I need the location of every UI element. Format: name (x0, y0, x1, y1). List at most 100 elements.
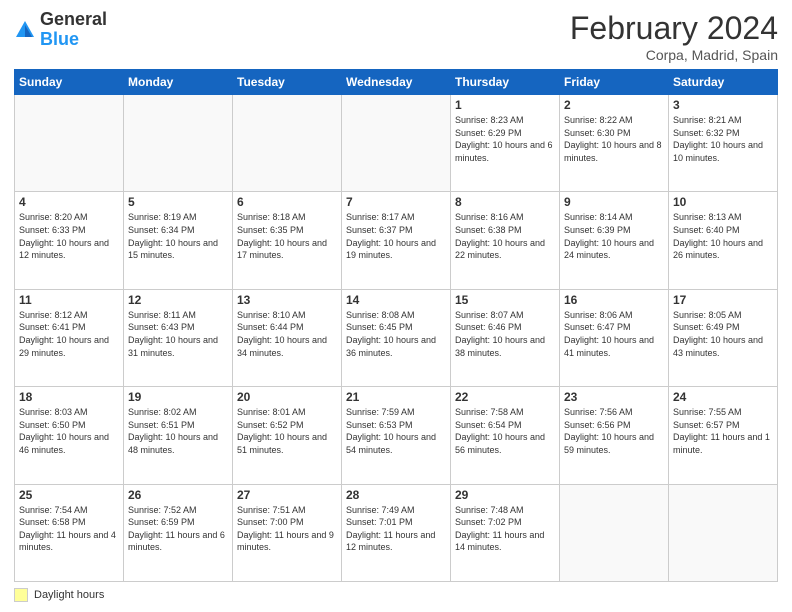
title-block: February 2024 Corpa, Madrid, Spain (570, 10, 778, 63)
day-cell (233, 95, 342, 192)
day-number: 14 (346, 293, 446, 307)
col-header-saturday: Saturday (669, 70, 778, 95)
day-number: 7 (346, 195, 446, 209)
day-info: Sunrise: 7:54 AM Sunset: 6:58 PM Dayligh… (19, 504, 119, 554)
day-cell: 5 Sunrise: 8:19 AM Sunset: 6:34 PM Daylig… (124, 192, 233, 289)
day-cell: 10Sunrise: 8:13 AM Sunset: 6:40 PM Dayli… (669, 192, 778, 289)
day-cell: 1 Sunrise: 8:23 AM Sunset: 6:29 PM Daylig… (451, 95, 560, 192)
day-number: 11 (19, 293, 119, 307)
day-number: 13 (237, 293, 337, 307)
day-cell: 12 Sunrise: 8:11 AM Sunset: 6:43 PM Dayli… (124, 289, 233, 386)
day-cell (342, 95, 451, 192)
day-info: Sunrise: 8:01 AM Sunset: 6:52 PM Dayligh… (237, 406, 337, 456)
legend: Daylight hours (14, 588, 778, 602)
week-row-4: 25 Sunrise: 7:54 AM Sunset: 6:58 PM Dayli… (15, 484, 778, 581)
day-cell: 19 Sunrise: 8:02 AM Sunset: 6:51 PM Dayli… (124, 387, 233, 484)
day-info: Sunrise: 8:02 AM Sunset: 6:51 PM Dayligh… (128, 406, 228, 456)
page: General Blue February 2024 Corpa, Madrid… (0, 0, 792, 612)
day-number: 10 (673, 195, 773, 209)
logo-text: General Blue (40, 10, 107, 50)
day-cell (669, 484, 778, 581)
day-cell: 26 Sunrise: 7:52 AM Sunset: 6:59 PM Dayli… (124, 484, 233, 581)
day-info: Sunrise: 7:51 AM Sunset: 7:00 PM Dayligh… (237, 504, 337, 554)
day-info: Sunrise: 8:21 AM Sunset: 6:32 PM Dayligh… (673, 114, 773, 164)
calendar-body: 1 Sunrise: 8:23 AM Sunset: 6:29 PM Daylig… (15, 95, 778, 582)
day-cell: 27 Sunrise: 7:51 AM Sunset: 7:00 PM Dayli… (233, 484, 342, 581)
day-info: Sunrise: 8:16 AM Sunset: 6:38 PM Dayligh… (455, 211, 555, 261)
day-info: Sunrise: 7:52 AM Sunset: 6:59 PM Dayligh… (128, 504, 228, 554)
day-info: Sunrise: 7:58 AM Sunset: 6:54 PM Dayligh… (455, 406, 555, 456)
day-info: Sunrise: 8:19 AM Sunset: 6:34 PM Dayligh… (128, 211, 228, 261)
day-number: 28 (346, 488, 446, 502)
day-info: Sunrise: 8:23 AM Sunset: 6:29 PM Dayligh… (455, 114, 555, 164)
calendar-table: SundayMondayTuesdayWednesdayThursdayFrid… (14, 69, 778, 582)
day-cell: 11Sunrise: 8:12 AM Sunset: 6:41 PM Dayli… (15, 289, 124, 386)
month-title: February 2024 (570, 10, 778, 47)
day-info: Sunrise: 7:48 AM Sunset: 7:02 PM Dayligh… (455, 504, 555, 554)
day-number: 20 (237, 390, 337, 404)
day-cell: 3Sunrise: 8:21 AM Sunset: 6:32 PM Daylig… (669, 95, 778, 192)
day-number: 15 (455, 293, 555, 307)
col-header-tuesday: Tuesday (233, 70, 342, 95)
day-number: 24 (673, 390, 773, 404)
day-cell: 2 Sunrise: 8:22 AM Sunset: 6:30 PM Daylig… (560, 95, 669, 192)
legend-label: Daylight hours (34, 589, 104, 601)
day-cell: 4Sunrise: 8:20 AM Sunset: 6:33 PM Daylig… (15, 192, 124, 289)
day-info: Sunrise: 7:55 AM Sunset: 6:57 PM Dayligh… (673, 406, 773, 456)
day-cell: 18Sunrise: 8:03 AM Sunset: 6:50 PM Dayli… (15, 387, 124, 484)
day-number: 1 (455, 98, 555, 112)
day-cell (124, 95, 233, 192)
week-row-3: 18Sunrise: 8:03 AM Sunset: 6:50 PM Dayli… (15, 387, 778, 484)
day-info: Sunrise: 8:05 AM Sunset: 6:49 PM Dayligh… (673, 309, 773, 359)
day-number: 19 (128, 390, 228, 404)
day-info: Sunrise: 8:10 AM Sunset: 6:44 PM Dayligh… (237, 309, 337, 359)
day-number: 16 (564, 293, 664, 307)
day-number: 9 (564, 195, 664, 209)
location: Corpa, Madrid, Spain (570, 47, 778, 63)
day-info: Sunrise: 8:11 AM Sunset: 6:43 PM Dayligh… (128, 309, 228, 359)
logo-icon (14, 19, 36, 41)
day-cell: 28Sunrise: 7:49 AM Sunset: 7:01 PM Dayli… (342, 484, 451, 581)
day-info: Sunrise: 8:07 AM Sunset: 6:46 PM Dayligh… (455, 309, 555, 359)
day-cell: 9 Sunrise: 8:14 AM Sunset: 6:39 PM Daylig… (560, 192, 669, 289)
day-cell: 15 Sunrise: 8:07 AM Sunset: 6:46 PM Dayli… (451, 289, 560, 386)
day-cell: 20 Sunrise: 8:01 AM Sunset: 6:52 PM Dayli… (233, 387, 342, 484)
day-cell: 6 Sunrise: 8:18 AM Sunset: 6:35 PM Daylig… (233, 192, 342, 289)
logo-general: General (40, 9, 107, 29)
day-info: Sunrise: 8:22 AM Sunset: 6:30 PM Dayligh… (564, 114, 664, 164)
day-number: 5 (128, 195, 228, 209)
week-row-2: 11Sunrise: 8:12 AM Sunset: 6:41 PM Dayli… (15, 289, 778, 386)
day-cell: 23 Sunrise: 7:56 AM Sunset: 6:56 PM Dayli… (560, 387, 669, 484)
day-number: 25 (19, 488, 119, 502)
day-info: Sunrise: 8:14 AM Sunset: 6:39 PM Dayligh… (564, 211, 664, 261)
day-info: Sunrise: 8:20 AM Sunset: 6:33 PM Dayligh… (19, 211, 119, 261)
col-header-wednesday: Wednesday (342, 70, 451, 95)
header: General Blue February 2024 Corpa, Madrid… (14, 10, 778, 63)
day-number: 8 (455, 195, 555, 209)
day-number: 23 (564, 390, 664, 404)
day-cell: 29 Sunrise: 7:48 AM Sunset: 7:02 PM Dayli… (451, 484, 560, 581)
day-cell: 16 Sunrise: 8:06 AM Sunset: 6:47 PM Dayli… (560, 289, 669, 386)
day-number: 6 (237, 195, 337, 209)
week-row-0: 1 Sunrise: 8:23 AM Sunset: 6:29 PM Daylig… (15, 95, 778, 192)
header-row: SundayMondayTuesdayWednesdayThursdayFrid… (15, 70, 778, 95)
day-number: 18 (19, 390, 119, 404)
day-cell: 8 Sunrise: 8:16 AM Sunset: 6:38 PM Daylig… (451, 192, 560, 289)
day-number: 2 (564, 98, 664, 112)
day-info: Sunrise: 8:06 AM Sunset: 6:47 PM Dayligh… (564, 309, 664, 359)
day-number: 17 (673, 293, 773, 307)
col-header-friday: Friday (560, 70, 669, 95)
day-number: 26 (128, 488, 228, 502)
day-cell: 24 Sunrise: 7:55 AM Sunset: 6:57 PM Dayli… (669, 387, 778, 484)
day-info: Sunrise: 8:18 AM Sunset: 6:35 PM Dayligh… (237, 211, 337, 261)
calendar-header: SundayMondayTuesdayWednesdayThursdayFrid… (15, 70, 778, 95)
day-info: Sunrise: 7:59 AM Sunset: 6:53 PM Dayligh… (346, 406, 446, 456)
day-info: Sunrise: 8:08 AM Sunset: 6:45 PM Dayligh… (346, 309, 446, 359)
day-number: 22 (455, 390, 555, 404)
day-number: 29 (455, 488, 555, 502)
day-cell (560, 484, 669, 581)
day-number: 27 (237, 488, 337, 502)
day-info: Sunrise: 7:56 AM Sunset: 6:56 PM Dayligh… (564, 406, 664, 456)
col-header-monday: Monday (124, 70, 233, 95)
day-number: 12 (128, 293, 228, 307)
